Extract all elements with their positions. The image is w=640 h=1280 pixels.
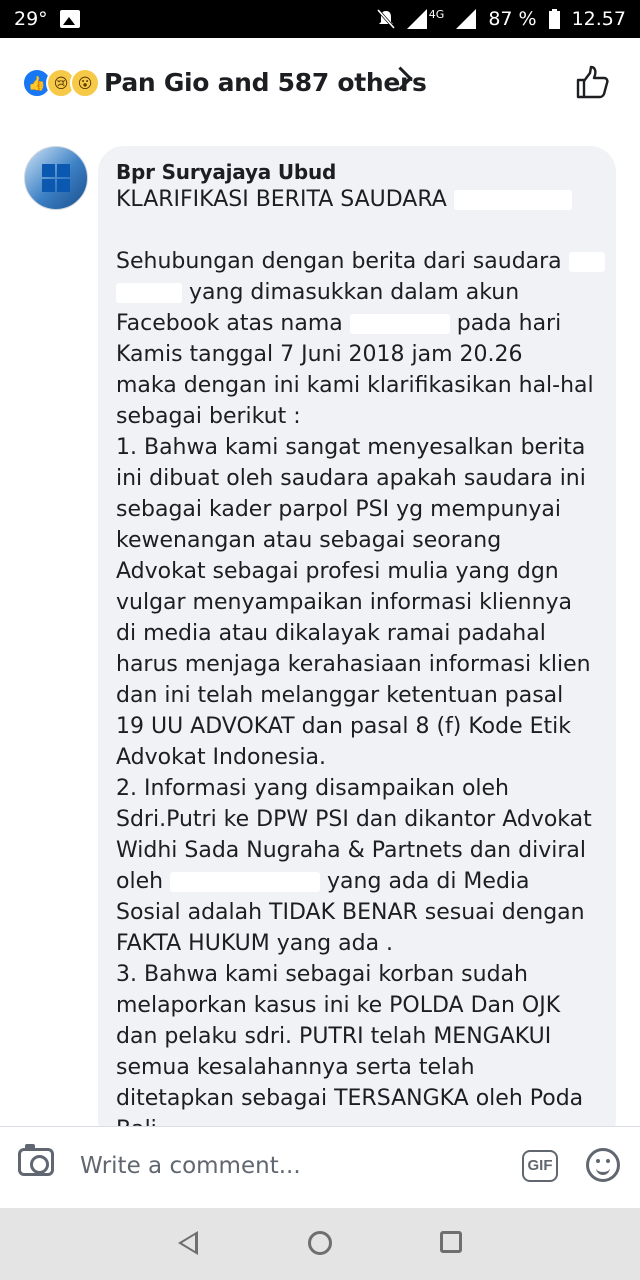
comment-line-text: Advokat Indonesia. [116, 745, 326, 770]
comment-line-text: 3. Bahwa kami sebagai korban sudah [116, 962, 528, 987]
comment-line: 19 UU ADVOKAT dan pasal 8 (f) Kode Etik [116, 711, 606, 742]
comment-line: melaporkan kasus ini ke POLDA Dan OJK [116, 990, 606, 1021]
comment-line: Advokat sebagai profesi mulia yang dgn [116, 556, 606, 587]
comment-line-text: Sosial adalah TIDAK BENAR sesuai dengan [116, 900, 585, 925]
comment-line: dan pelaku sdri. PUTRI telah MENGAKUI [116, 1021, 606, 1052]
comment-line-text: 1. Bahwa kami sangat menyesalkan berita [116, 435, 586, 460]
network-label: 4G [428, 7, 445, 21]
comment-line: harus menjaga kerahasiaan informasi klie… [116, 649, 606, 680]
comment-line: sebagai kader parpol PSI yg mempunyai [116, 494, 606, 525]
comment-line: Facebook atas nama [redacted] pada hari [116, 308, 606, 339]
redacted-text: [redacted] [349, 314, 450, 334]
comment-line-text: Kamis tanggal 7 Juni 2018 jam 20.26 [116, 342, 523, 367]
image-icon [59, 10, 80, 28]
comment-line-text: semua kesalahannya serta telah [116, 1055, 475, 1080]
comment-line-text: 2. Informasi yang disampaikan oleh [116, 776, 509, 801]
comment-line: sebagai berikut : [116, 401, 606, 432]
home-icon[interactable] [308, 1231, 332, 1255]
avatar[interactable] [24, 146, 88, 210]
temperature-label: 29° [14, 8, 48, 30]
comment-line-text: KLARIFIKASI BERITA SAUDARA [116, 187, 454, 212]
recent-apps-icon[interactable] [440, 1231, 462, 1253]
comment-line-text: yang ada di Media [320, 869, 530, 894]
comment-author[interactable]: Bpr Suryajaya Ubud [116, 160, 336, 184]
comment-line: 3. Bahwa kami sebagai korban sudah [116, 959, 606, 990]
comment-line-text: maka dengan ini kami klarifikasikan hal-… [116, 373, 594, 398]
comment-line: Kamis tanggal 7 Juni 2018 jam 20.26 [116, 339, 606, 370]
comment-line: FAKTA HUKUM yang ada . [116, 928, 606, 959]
signal-icon-2 [456, 9, 477, 29]
comment-line-text: sebagai kader parpol PSI yg mempunyai [116, 497, 561, 522]
battery-label: 87 % [488, 8, 537, 30]
comment-line: vulgar menyampaikan informasi kliennya [116, 587, 606, 618]
comment-line-text: harus menjaga kerahasiaan informasi klie… [116, 652, 591, 677]
comment-line: semua kesalahannya serta telah [116, 1052, 606, 1083]
comment-line-text: Sdri.Putri ke DPW PSI dan dikantor Advok… [116, 807, 592, 832]
redacted-text: [redacted] [453, 190, 572, 210]
comment-line-text: Sehubungan dengan berita dari saudara [116, 249, 569, 274]
status-bar: 29° 4G 87 % 12.57 [0, 0, 640, 38]
comment-line: Advokat Indonesia. [116, 742, 606, 773]
back-icon[interactable] [178, 1231, 198, 1255]
comment-line-text: pada hari [449, 311, 562, 336]
comment-line: dan ini telah melanggar ketentuan pasal [116, 680, 606, 711]
comment-line-text: yang dimasukkan dalam akun [182, 280, 520, 305]
comment-line: maka dengan ini kami klarifikasikan hal-… [116, 370, 606, 401]
comment-line: kewenangan atau sebagai seorang [116, 525, 606, 556]
comment-line-text: ini dibuat oleh saudara apakah saudara i… [116, 466, 586, 491]
comment-line: ini dibuat oleh saudara apakah saudara i… [116, 463, 606, 494]
mute-icon [376, 9, 395, 29]
comment-line: Sehubungan dengan berita dari saudara [r… [116, 246, 606, 277]
reactions-summary[interactable]: Pan Gio and 587 others [104, 68, 427, 97]
comment-line-text: Widhi Sada Nugraha & Partnets dan divira… [116, 838, 586, 863]
comment-line: [redacted] yang dimasukkan dalam akun [116, 277, 606, 308]
comment-line-text: ditetapkan sebagai TERSANGKA oleh Poda [116, 1086, 584, 1111]
comment-line-text: Facebook atas nama [116, 311, 350, 336]
comment-line: Widhi Sada Nugraha & Partnets dan divira… [116, 835, 606, 866]
comment-line-text: sebagai berikut : [116, 404, 301, 429]
gif-button[interactable]: GIF [522, 1150, 558, 1182]
comment-text: KLARIFIKASI BERITA SAUDARA [redacted]Seh… [116, 184, 606, 1145]
signal-icon [406, 9, 427, 29]
comment-line: Sosial adalah TIDAK BENAR sesuai dengan [116, 897, 606, 928]
like-thumb-icon[interactable] [574, 64, 610, 100]
comment-line: di media atau dikalayak ramai padahal [116, 618, 606, 649]
comment-line-text: Advokat sebagai profesi mulia yang dgn [116, 559, 559, 584]
comment-line: 1. Bahwa kami sangat menyesalkan berita [116, 432, 606, 463]
comment-line-text: 19 UU ADVOKAT dan pasal 8 (f) Kode Etik [116, 714, 572, 739]
time-label: 12.57 [571, 8, 626, 30]
comment-line: oleh [redacted] yang ada di Media [116, 866, 606, 897]
emoji-icon[interactable] [586, 1148, 620, 1182]
comment-line-text: dan ini telah melanggar ketentuan pasal [116, 683, 564, 708]
comment-line: ditetapkan sebagai TERSANGKA oleh Poda [116, 1083, 606, 1114]
redacted-text: [redacted] [116, 283, 182, 303]
comment-line-text: dan pelaku sdri. PUTRI telah MENGAKUI [116, 1024, 552, 1049]
battery-icon [548, 9, 560, 29]
redacted-text: [redacted] [568, 252, 605, 272]
comment-line-text: FAKTA HUKUM yang ada . [116, 931, 394, 956]
camera-icon[interactable] [18, 1144, 54, 1176]
reaction-icons[interactable]: 👍 😢 😮 [22, 68, 100, 98]
redacted-text: [redacted] [170, 872, 321, 892]
comment-line: Sdri.Putri ke DPW PSI dan dikantor Advok… [116, 804, 606, 835]
comment-input[interactable]: Write a comment... [80, 1153, 301, 1179]
comment-line: 2. Informasi yang disampaikan oleh [116, 773, 606, 804]
comment-line-text: oleh [116, 869, 171, 894]
comment-line: KLARIFIKASI BERITA SAUDARA [redacted] [116, 184, 606, 215]
comment-line [116, 215, 606, 246]
comment-line-text: di media atau dikalayak ramai padahal [116, 621, 546, 646]
wow-reaction-icon: 😮 [70, 68, 100, 98]
comment-line-text: kewenangan atau sebagai seorang [116, 528, 502, 553]
comment-line-text: vulgar menyampaikan informasi kliennya [116, 590, 573, 615]
comment-line-text: melaporkan kasus ini ke POLDA Dan OJK [116, 993, 561, 1018]
